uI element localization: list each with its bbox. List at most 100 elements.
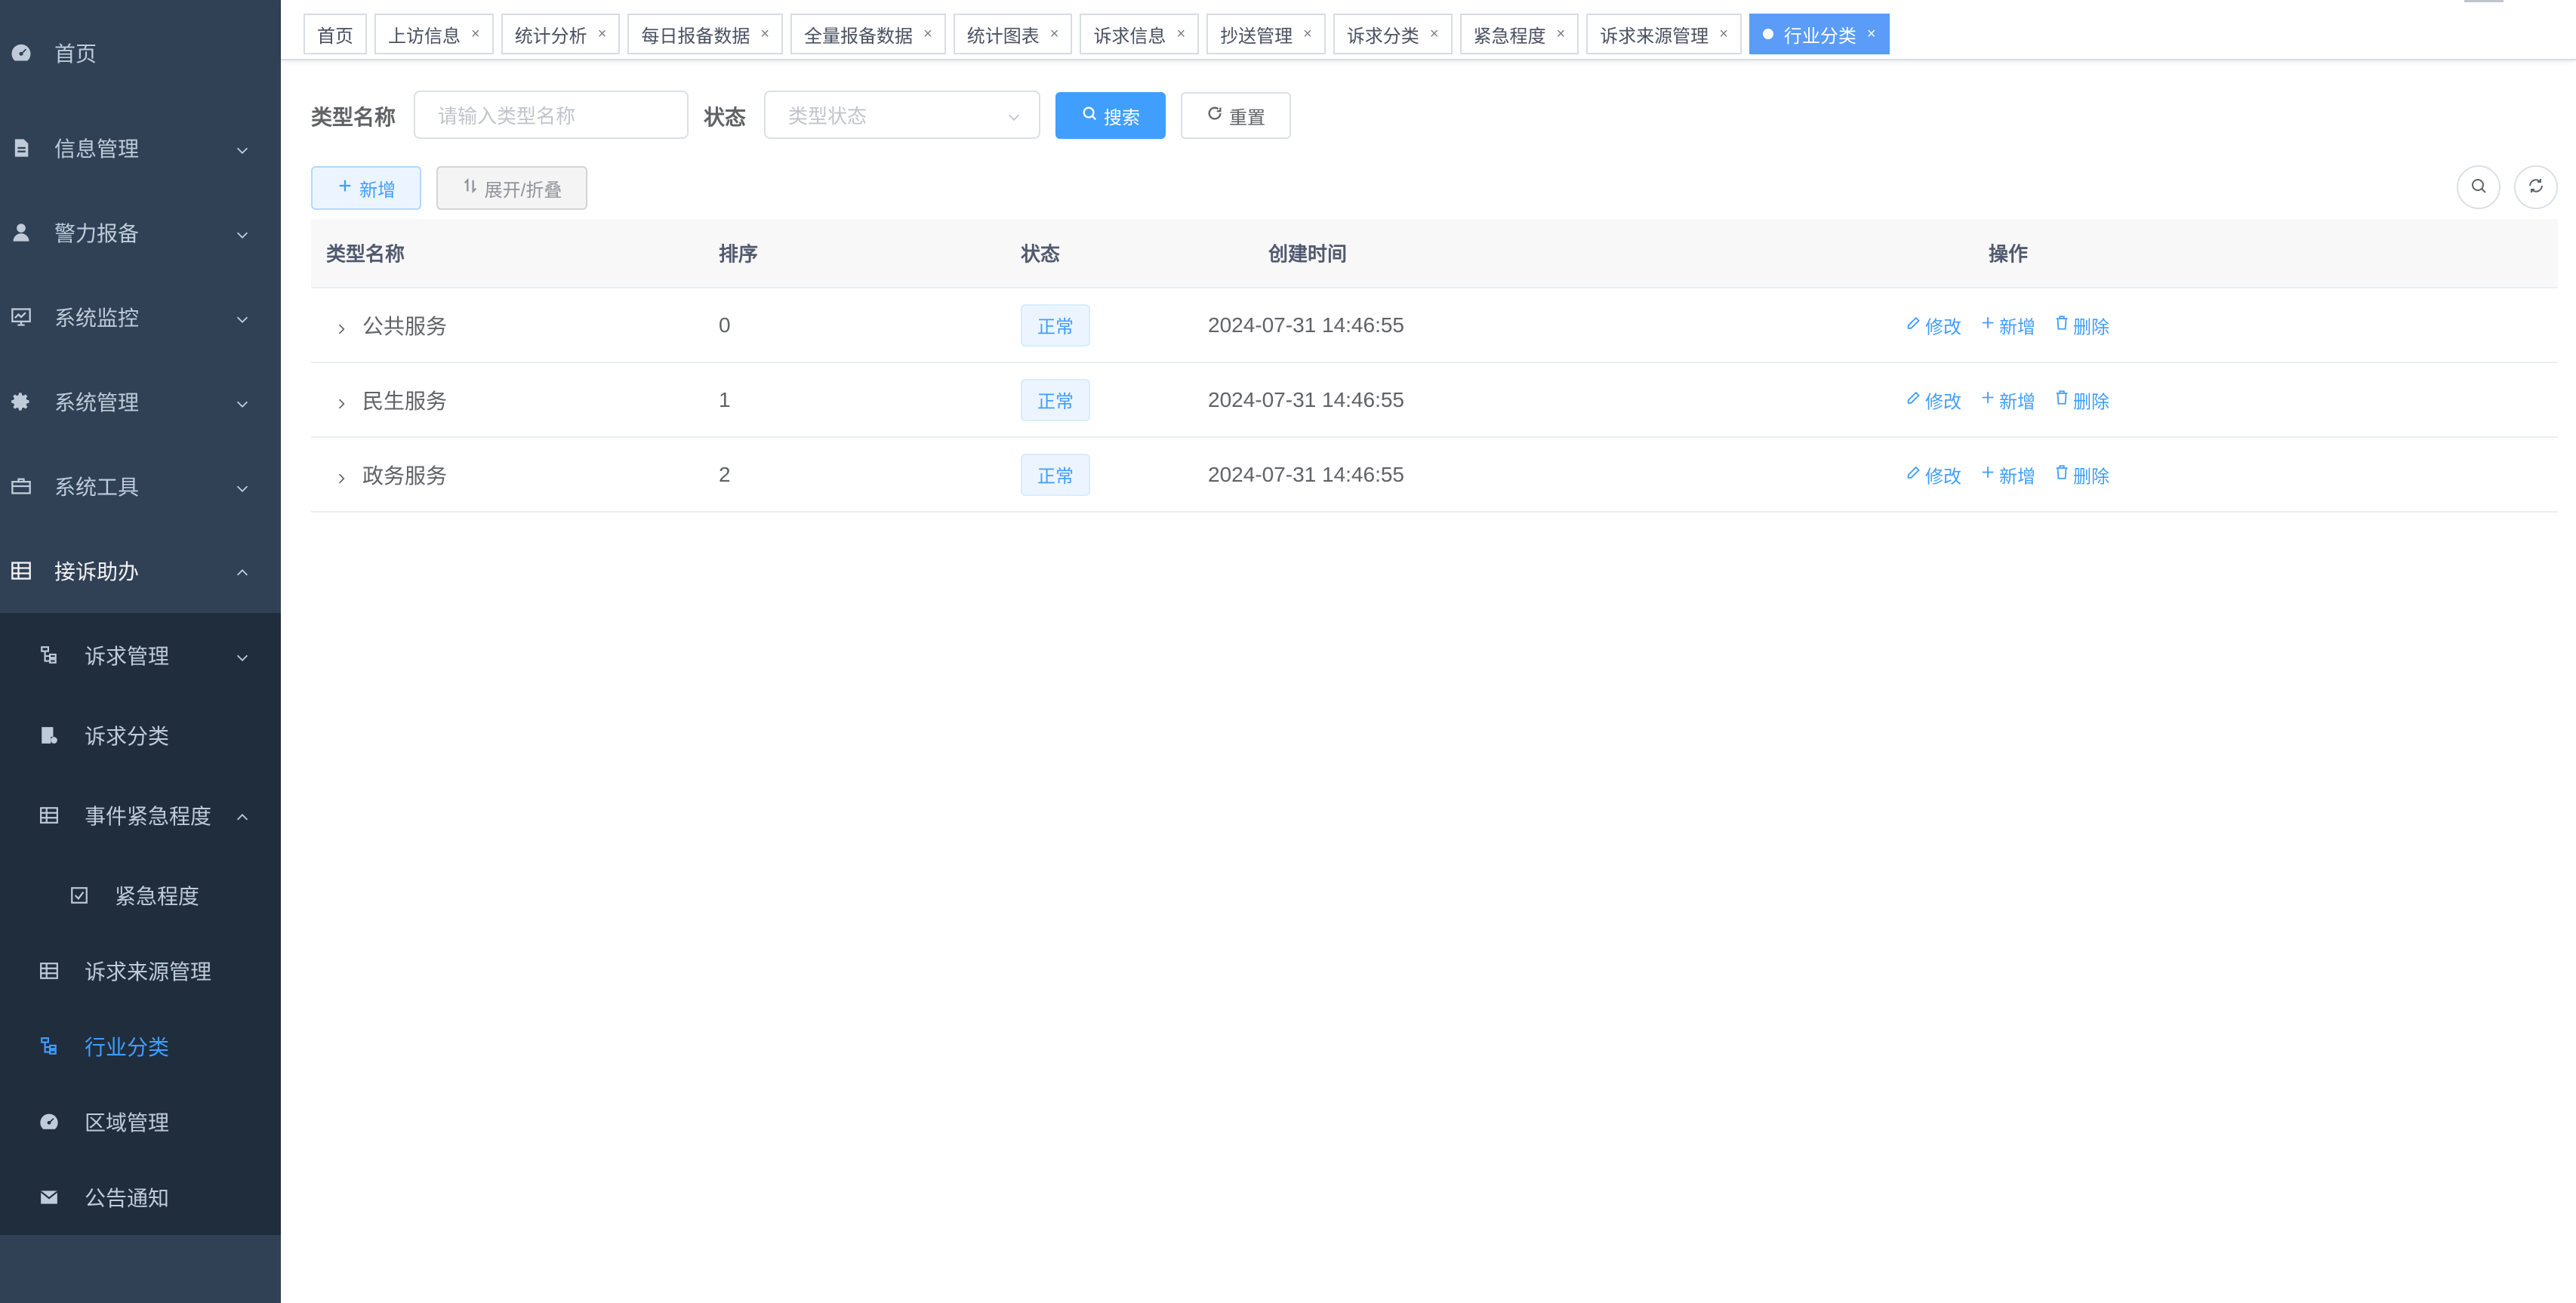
sidebar-item-label: 紧急程度 xyxy=(115,885,200,908)
sidebar-submenu: 诉求管理 诉求分类 事件紧急程度 紧急程度 诉求来源管理 行业分类 区域管理 公… xyxy=(0,613,281,1235)
tag-statistics[interactable]: 统计分析 × xyxy=(501,14,621,54)
column-header-sort: 排序 xyxy=(719,242,759,266)
type-name-label: 类型名称 xyxy=(311,106,396,129)
close-icon[interactable]: × xyxy=(598,26,607,43)
status-select[interactable]: 类型状态 xyxy=(764,91,1040,139)
refresh-table-button[interactable] xyxy=(2514,165,2558,209)
close-icon[interactable]: × xyxy=(471,26,480,43)
sidebar-item-label: 区域管理 xyxy=(85,1111,170,1135)
tag-label: 抄送管理 xyxy=(1220,26,1293,47)
add-button[interactable]: 新增 xyxy=(311,166,421,210)
document-icon xyxy=(9,136,33,160)
close-icon[interactable]: × xyxy=(1867,26,1876,43)
chevron-down-icon xyxy=(234,140,251,156)
sidebar-item-complaint-source[interactable]: 诉求来源管理 xyxy=(0,933,281,1009)
close-icon[interactable]: × xyxy=(1176,26,1185,43)
sidebar-item-notice[interactable]: 公告通知 xyxy=(0,1160,281,1235)
type-name-placeholder: 请输入类型名称 xyxy=(438,104,576,128)
close-icon[interactable]: × xyxy=(1303,26,1312,43)
close-icon[interactable]: × xyxy=(1430,26,1439,43)
status-label: 状态 xyxy=(704,106,747,129)
sidebar-item-system-monitor[interactable]: 系统监控 xyxy=(0,275,281,359)
close-icon[interactable]: × xyxy=(923,26,932,43)
sidebar-item-label: 警力报备 xyxy=(54,222,140,245)
tag-full-report[interactable]: 全量报备数据 × xyxy=(790,14,946,54)
status-placeholder: 类型状态 xyxy=(788,104,867,128)
dashboard-icon xyxy=(38,1110,60,1133)
tag-label: 紧急程度 xyxy=(1473,26,1546,47)
tag-label: 统计分析 xyxy=(514,26,587,47)
sidebar-item-label: 系统监控 xyxy=(54,306,140,330)
add-child-button[interactable]: 新增 xyxy=(1980,461,2035,488)
search-button[interactable]: 搜索 xyxy=(1055,92,1166,139)
add-child-button[interactable]: 新增 xyxy=(1980,387,2035,413)
sidebar-item-home[interactable]: 首页 xyxy=(0,0,281,106)
add-child-button[interactable]: 新增 xyxy=(1980,312,2035,338)
sidebar-item-info-management[interactable]: 信息管理 xyxy=(0,106,281,190)
row-name: 民生服务 xyxy=(362,389,448,413)
sidebar-item-label: 首页 xyxy=(54,42,97,66)
tag-industry-category[interactable]: 行业分类 × xyxy=(1749,14,1890,54)
row-name: 公共服务 xyxy=(362,314,448,338)
chevron-right-icon[interactable] xyxy=(334,318,349,334)
refresh-icon xyxy=(2527,177,2545,199)
search-icon xyxy=(2470,177,2488,199)
toggle-search-button[interactable] xyxy=(2457,165,2501,209)
chevron-down-icon xyxy=(234,224,251,241)
sidebar-item-label: 系统工具 xyxy=(54,476,140,499)
edit-button[interactable]: 修改 xyxy=(1906,312,1961,338)
tag-label: 全量报备数据 xyxy=(804,26,914,47)
tag-charts[interactable]: 统计图表 × xyxy=(953,14,1073,54)
trash-icon xyxy=(2054,464,2070,485)
column-header-name: 类型名称 xyxy=(326,242,405,266)
sidebar-item-complaint-assist[interactable]: 接诉助办 xyxy=(0,528,281,613)
chevron-right-icon[interactable] xyxy=(334,393,349,408)
status-badge: 正常 xyxy=(1021,453,1090,496)
sidebar-item-urgency-level[interactable]: 紧急程度 xyxy=(0,858,281,933)
chevron-down-icon xyxy=(234,647,251,664)
tag-petition-info[interactable]: 上访信息 × xyxy=(374,14,494,54)
sidebar-item-system-management[interactable]: 系统管理 xyxy=(0,359,281,444)
tag-label: 诉求信息 xyxy=(1093,26,1166,47)
sidebar-item-event-urgency[interactable]: 事件紧急程度 xyxy=(0,773,281,858)
tag-label: 每日报备数据 xyxy=(641,26,750,47)
sidebar-item-police-report[interactable]: 警力报备 xyxy=(0,190,281,275)
sidebar-item-region-management[interactable]: 区域管理 xyxy=(0,1084,281,1160)
chevron-down-icon xyxy=(234,393,251,410)
refresh-icon xyxy=(1206,105,1223,127)
sidebar-item-label: 事件紧急程度 xyxy=(85,805,212,828)
delete-button[interactable]: 删除 xyxy=(2054,387,2109,413)
search-icon xyxy=(1081,105,1098,127)
close-icon[interactable]: × xyxy=(1557,26,1566,43)
sidebar-item-complaint-management[interactable]: 诉求管理 xyxy=(0,613,281,698)
close-icon[interactable]: × xyxy=(760,26,769,43)
close-icon[interactable]: × xyxy=(1719,26,1728,43)
chevron-right-icon[interactable] xyxy=(334,467,349,483)
plus-icon xyxy=(1980,389,1996,411)
delete-button[interactable]: 删除 xyxy=(2054,312,2109,338)
tag-complaint-category[interactable]: 诉求分类 × xyxy=(1333,14,1453,54)
tag-complaint-source[interactable]: 诉求来源管理 × xyxy=(1586,14,1742,54)
edit-button[interactable]: 修改 xyxy=(1906,461,1961,488)
tag-urgency[interactable]: 紧急程度 × xyxy=(1459,14,1579,54)
tag-complaint-info[interactable]: 诉求信息 × xyxy=(1080,14,1200,54)
edit-icon xyxy=(1906,464,1922,485)
tag-label: 统计图表 xyxy=(966,26,1040,47)
sidebar-item-industry-category[interactable]: 行业分类 xyxy=(0,1009,281,1084)
delete-button[interactable]: 删除 xyxy=(2054,461,2109,488)
edit-button[interactable]: 修改 xyxy=(1906,387,1961,413)
tag-daily-report[interactable]: 每日报备数据 × xyxy=(627,14,784,54)
close-icon[interactable]: × xyxy=(1050,26,1059,43)
reset-button[interactable]: 重置 xyxy=(1181,92,1291,139)
search-button-label: 搜索 xyxy=(1104,107,1140,128)
sidebar-item-complaint-category[interactable]: 诉求分类 xyxy=(0,698,281,773)
sidebar-item-system-tools[interactable]: 系统工具 xyxy=(0,444,281,528)
tag-cc-management[interactable]: 抄送管理 × xyxy=(1206,14,1326,54)
plus-icon xyxy=(1980,314,1996,336)
type-name-input[interactable]: 请输入类型名称 xyxy=(414,91,689,139)
sidebar-item-label: 系统管理 xyxy=(54,391,140,414)
tag-label: 诉求分类 xyxy=(1346,26,1419,47)
tag-label: 首页 xyxy=(317,26,353,47)
tag-home[interactable]: 首页 xyxy=(304,14,367,54)
expand-collapse-button[interactable]: 展开/折叠 xyxy=(436,166,587,210)
